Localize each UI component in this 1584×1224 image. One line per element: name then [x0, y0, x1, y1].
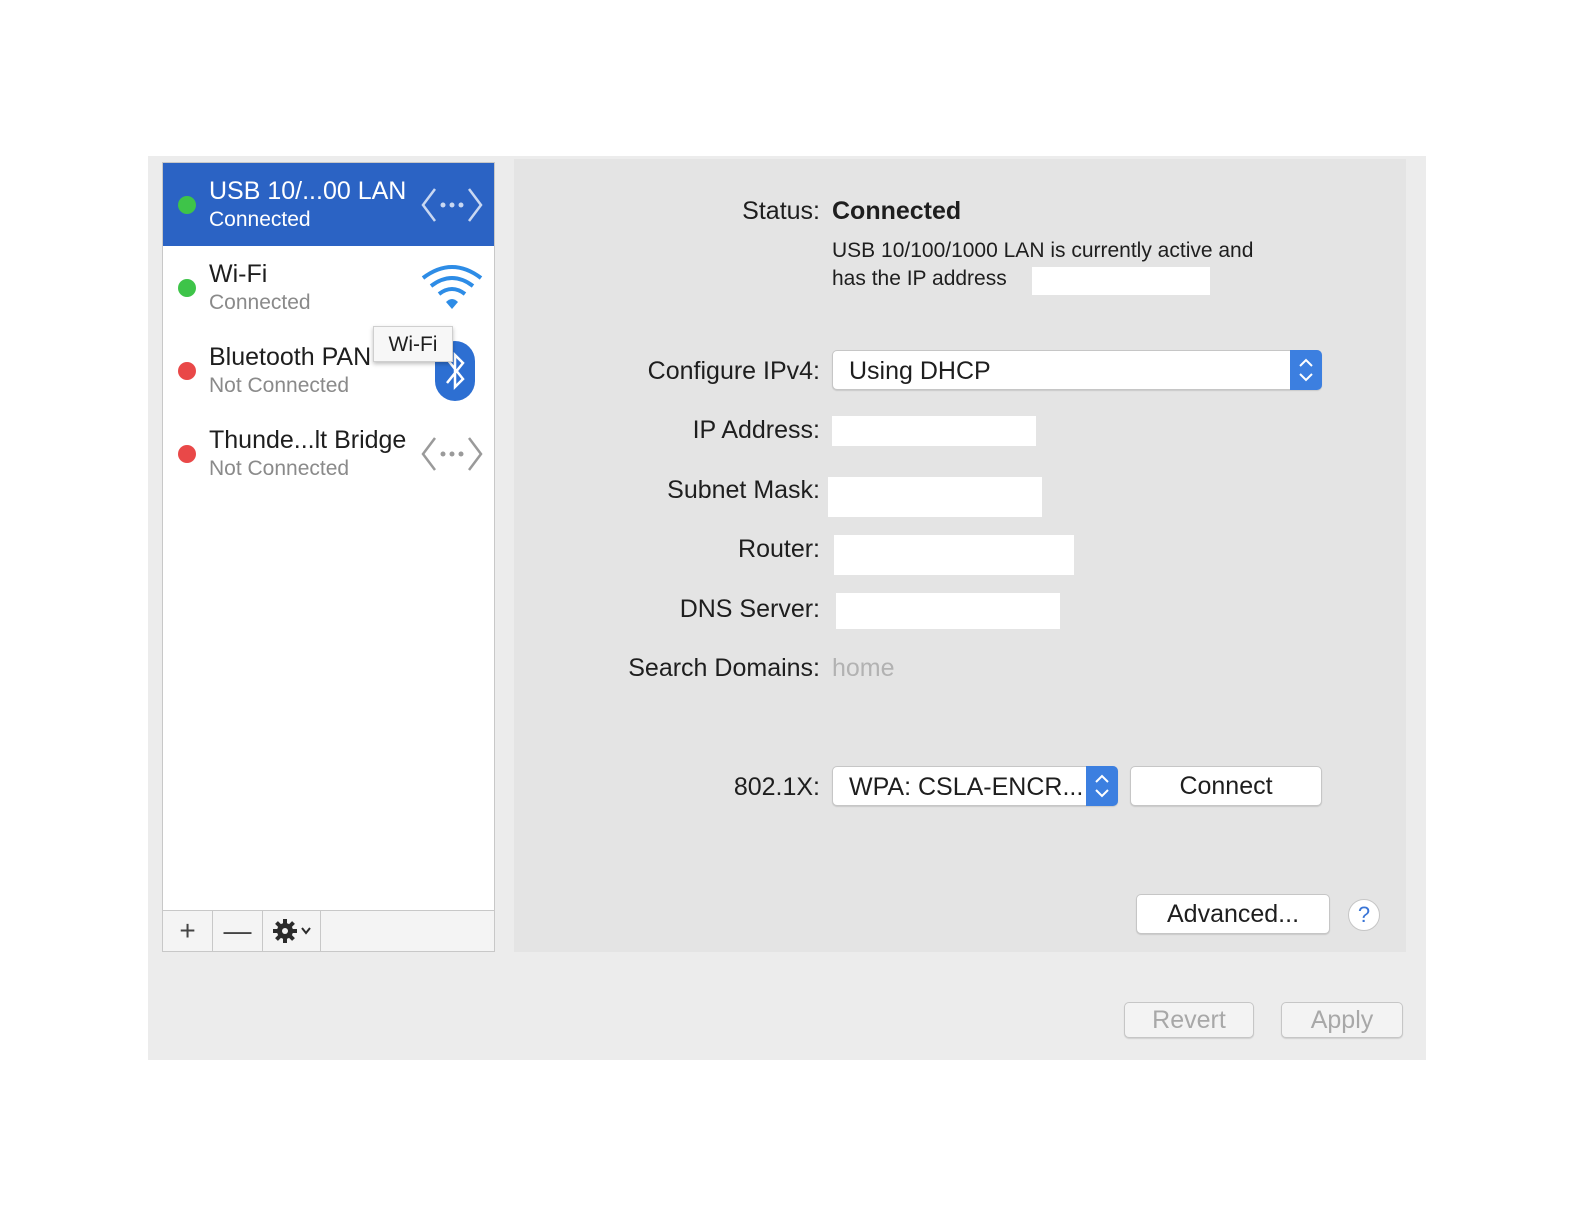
wifi-icon	[421, 265, 483, 309]
help-button[interactable]: ?	[1348, 899, 1380, 931]
search-domains-label: Search Domains:	[628, 654, 820, 682]
service-list: USB 10/...00 LAN Connected Wi-Fi Connect…	[162, 162, 495, 952]
status-value: Connected	[832, 197, 962, 225]
ethernet-icon	[421, 188, 483, 222]
service-item-thunderbolt-bridge[interactable]: Thunde...lt Bridge Not Connected	[163, 412, 494, 495]
popup-arrows	[1086, 766, 1118, 806]
service-status: Connected	[209, 208, 311, 231]
status-label: Status:	[742, 197, 820, 225]
configure-ipv4-value: Using DHCP	[849, 357, 991, 385]
chevron-updown-icon	[1299, 358, 1313, 382]
status-dot-not-connected	[178, 362, 196, 380]
ip-address-redacted	[1032, 267, 1210, 295]
remove-service-button[interactable]: —	[213, 911, 263, 951]
search-domains-value: home	[832, 654, 895, 682]
dot1x-value: WPA: CSLA-ENCR...	[849, 773, 1084, 801]
service-status: Connected	[209, 291, 311, 314]
connect-button[interactable]: Connect	[1130, 766, 1322, 806]
action-menu-button[interactable]	[263, 911, 321, 951]
ethernet-icon	[421, 437, 483, 471]
detail-pane: Status: Connected USB 10/100/1000 LAN is…	[514, 159, 1406, 952]
status-description-line1: USB 10/100/1000 LAN is currently active …	[832, 239, 1254, 262]
apply-button[interactable]: Apply	[1281, 1002, 1403, 1038]
gear-icon	[272, 919, 311, 943]
status-dot-connected	[178, 279, 196, 297]
status-dot-not-connected	[178, 445, 196, 463]
popup-arrows	[1290, 350, 1322, 390]
service-name: USB 10/...00 LAN	[209, 177, 407, 205]
dot1x-popup[interactable]: WPA: CSLA-ENCR...	[832, 766, 1118, 806]
service-status: Not Connected	[209, 374, 350, 397]
configure-ipv4-popup[interactable]: Using DHCP	[832, 350, 1322, 390]
network-preferences-window: USB 10/...00 LAN Connected Wi-Fi Connect…	[148, 156, 1426, 1060]
service-status: Not Connected	[209, 457, 350, 480]
dns-server-field	[836, 593, 1060, 629]
service-name: Wi-Fi	[209, 260, 268, 288]
status-description-line2: has the IP address	[832, 267, 1007, 290]
ip-address-label: IP Address:	[692, 416, 820, 444]
subnet-mask-label: Subnet Mask:	[667, 476, 820, 504]
advanced-button[interactable]: Advanced...	[1136, 894, 1330, 934]
wifi-tooltip: Wi-Fi	[373, 326, 453, 362]
service-item-usb-lan[interactable]: USB 10/...00 LAN Connected	[163, 163, 494, 246]
router-field	[834, 535, 1074, 575]
chevron-updown-icon	[1095, 774, 1109, 798]
service-name: Thunde...lt Bridge	[209, 426, 407, 454]
router-label: Router:	[738, 535, 820, 563]
add-service-button[interactable]: +	[163, 911, 213, 951]
ip-address-field	[832, 416, 1036, 446]
dns-server-label: DNS Server:	[679, 595, 820, 623]
status-dot-connected	[178, 196, 196, 214]
service-item-wifi[interactable]: Wi-Fi Connected	[163, 246, 494, 329]
service-name: Bluetooth PAN	[209, 343, 372, 371]
revert-button[interactable]: Revert	[1124, 1002, 1254, 1038]
dot1x-label: 802.1X:	[733, 773, 820, 801]
configure-ipv4-label: Configure IPv4:	[647, 357, 820, 385]
service-list-toolbar: + —	[163, 910, 494, 951]
subnet-mask-field	[828, 477, 1042, 517]
